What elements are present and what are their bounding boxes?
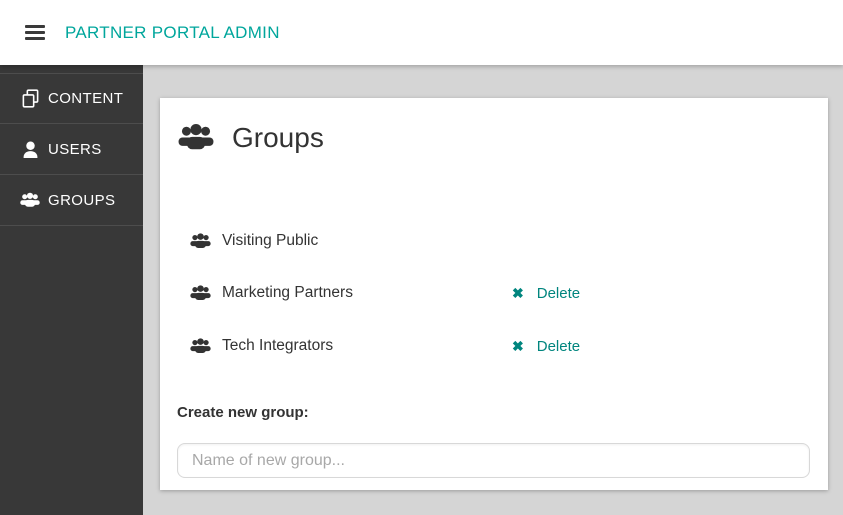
user-icon [20, 139, 40, 159]
delete-group-button[interactable]: ✖ Delete [512, 338, 580, 355]
users-icon [190, 284, 211, 300]
create-new-group-label: Create new group: [177, 404, 309, 421]
group-row: Marketing Partners ✖ Delete [190, 282, 580, 304]
delete-label: Delete [536, 337, 581, 355]
sidebar-item-content[interactable]: CONTENT [0, 73, 143, 124]
group-name: Marketing Partners [222, 284, 353, 301]
group-name: Visiting Public [222, 232, 319, 249]
sidebar: CONTENT USERS GROUPS [0, 65, 143, 515]
sidebar-item-groups[interactable]: GROUPS [0, 175, 143, 226]
groups-card: Groups Visiting Public Marketing Partner… [160, 98, 828, 490]
delete-x-icon: ✖ [512, 338, 524, 354]
group-row: Tech Integrators ✖ Delete [190, 335, 580, 357]
app-title: PARTNER PORTAL ADMIN [65, 22, 280, 42]
users-icon [20, 190, 40, 210]
content-copy-icon [20, 89, 40, 109]
sidebar-item-label: GROUPS [48, 191, 116, 209]
users-icon [190, 337, 211, 353]
sidebar-item-label: USERS [48, 140, 102, 158]
sidebar-item-users[interactable]: USERS [0, 124, 143, 175]
page-title: Groups [232, 122, 324, 153]
delete-x-icon: ✖ [512, 285, 524, 301]
partner-portal-admin-app: PARTNER PORTAL ADMIN CONTENT USERS GROUP… [0, 0, 843, 515]
users-icon [190, 232, 211, 248]
group-row: Visiting Public [190, 230, 502, 252]
sidebar-item-label: CONTENT [48, 90, 124, 107]
top-bar: PARTNER PORTAL ADMIN [0, 0, 843, 65]
card-header: Groups [178, 122, 324, 154]
sidebar-nav: CONTENT USERS GROUPS [0, 73, 143, 226]
delete-group-button[interactable]: ✖ Delete [512, 285, 580, 302]
delete-label: Delete [536, 284, 581, 302]
new-group-name-input[interactable] [177, 443, 810, 478]
main-content: Groups Visiting Public Marketing Partner… [143, 65, 843, 515]
hamburger-menu-icon[interactable] [25, 25, 45, 40]
users-icon [178, 123, 214, 150]
group-name: Tech Integrators [222, 337, 334, 354]
